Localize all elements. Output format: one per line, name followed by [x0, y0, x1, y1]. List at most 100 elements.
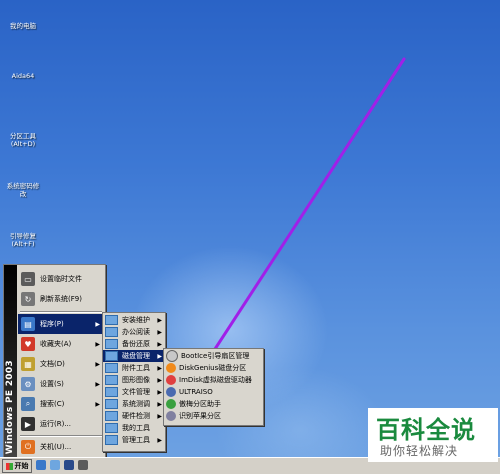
submenu-arrow-icon: ▶ [95, 400, 100, 408]
menu-item-run[interactable]: ▶ 运行(R)... [18, 414, 104, 434]
submenu-arrow-icon: ▶ [157, 412, 162, 420]
menu-item-favorites[interactable]: ♥ 收藏夹(A) ▶ [18, 334, 104, 354]
menu-item-temp-files[interactable]: ▭ 设置临时文件 [18, 269, 104, 289]
aomei-icon [166, 399, 176, 409]
folder-icon [105, 387, 118, 397]
submenu-arrow-icon: ▶ [157, 328, 162, 336]
disk-item-label: DiskGenius磁盘分区 [179, 364, 247, 372]
menu-item-label: 关机(U)... [40, 443, 72, 451]
programs-item-label: 办公阅读 [122, 328, 150, 336]
disk-icon: ▭ [21, 272, 35, 286]
search-icon: ⌕ [21, 397, 35, 411]
programs-item-admin-tools[interactable]: 管理工具 ▶ [103, 434, 165, 446]
disk-management-submenu: BootIce引导扇区管理 DiskGenius磁盘分区 ImDisk虚拟磁盘驱… [163, 348, 264, 426]
apple-partition-icon [166, 411, 176, 421]
menu-item-label: 程序(P) [40, 320, 64, 328]
programs-item-label: 磁盘管理 [122, 352, 150, 360]
quicklaunch-app-icon[interactable] [78, 460, 88, 470]
programs-item-label: 我的工具 [122, 424, 150, 432]
start-button[interactable]: 开始 [2, 459, 32, 473]
submenu-arrow-icon: ▶ [157, 316, 162, 324]
programs-item-label: 系统测调 [122, 400, 150, 408]
folder-icon: ▤ [21, 317, 35, 331]
disk-item-apple-partition[interactable]: 识别苹果分区 [164, 410, 263, 422]
menu-item-label: 设置临时文件 [40, 275, 82, 283]
menu-item-settings[interactable]: ⚙ 设置(S) ▶ [18, 374, 104, 394]
quicklaunch-desktop-icon[interactable] [36, 460, 46, 470]
disk-item-label: 傲梅分区助手 [179, 400, 221, 408]
diskgenius-icon [166, 363, 176, 373]
programs-item-accessories[interactable]: 附件工具 ▶ [103, 362, 165, 374]
quicklaunch-save-icon[interactable] [64, 460, 74, 470]
programs-item-label: 附件工具 [122, 364, 150, 372]
disk-item-ultraiso[interactable]: ULTRAISO [164, 386, 263, 398]
run-icon: ▶ [21, 417, 35, 431]
submenu-arrow-icon: ▶ [157, 340, 162, 348]
watermark-logo: 百科全说 助你轻松解决 [368, 408, 498, 462]
refresh-icon: ↻ [21, 292, 35, 306]
submenu-arrow-icon: ▶ [95, 340, 100, 348]
folder-icon [105, 423, 118, 433]
submenu-arrow-icon: ▶ [157, 364, 162, 372]
folder-icon [105, 411, 118, 421]
programs-item-label: 图形图像 [122, 376, 150, 384]
submenu-arrow-icon: ▶ [95, 320, 100, 328]
menu-item-documents[interactable]: ▦ 文档(D) ▶ [18, 354, 104, 374]
programs-item-hardware[interactable]: 硬件检测 ▶ [103, 410, 165, 422]
folder-icon [105, 399, 118, 409]
disk-item-label: 识别苹果分区 [179, 412, 221, 420]
start-menu: Windows PE 2003 ▭ 设置临时文件 ↻ 刷新系统(F9) ▤ 程序… [3, 264, 106, 459]
programs-item-backup[interactable]: 备份还原 ▶ [103, 338, 165, 350]
power-icon: ⏻ [21, 440, 35, 454]
programs-item-label: 管理工具 [122, 436, 150, 444]
menu-item-programs[interactable]: ▤ 程序(P) ▶ [18, 314, 104, 334]
windows-logo-icon [5, 462, 13, 470]
menu-item-label: 运行(R)... [40, 420, 72, 428]
disk-item-label: ULTRAISO [179, 388, 213, 396]
programs-item-sys-test[interactable]: 系统测调 ▶ [103, 398, 165, 410]
ultraiso-icon [166, 387, 176, 397]
start-button-label: 开始 [14, 462, 29, 470]
submenu-arrow-icon: ▶ [157, 388, 162, 396]
document-icon: ▦ [21, 357, 35, 371]
disk-item-bootice[interactable]: BootIce引导扇区管理 [164, 350, 263, 362]
quicklaunch-folder-icon[interactable] [50, 460, 60, 470]
bootice-icon [166, 350, 178, 362]
folder-icon [105, 363, 118, 373]
start-menu-brand-band: Windows PE 2003 [4, 265, 17, 458]
programs-item-graphics[interactable]: 图形图像 ▶ [103, 374, 165, 386]
submenu-arrow-icon: ▶ [157, 400, 162, 408]
start-menu-brand-text: Windows PE 2003 [5, 359, 15, 454]
programs-item-label: 备份还原 [122, 340, 150, 348]
programs-item-disk[interactable]: 磁盘管理 ▶ [103, 350, 165, 362]
settings-icon: ⚙ [21, 377, 35, 391]
disk-item-aomei[interactable]: 傲梅分区助手 [164, 398, 263, 410]
folder-icon [105, 351, 118, 361]
submenu-arrow-icon: ▶ [95, 360, 100, 368]
menu-item-shutdown[interactable]: ⏻ 关机(U)... [18, 437, 104, 457]
programs-item-label: 安装维护 [122, 316, 150, 324]
folder-icon [105, 315, 118, 325]
menu-item-label: 收藏夹(A) [40, 340, 72, 348]
menu-separator [20, 311, 102, 313]
disk-item-label: BootIce引导扇区管理 [181, 352, 250, 360]
programs-item-my-tools[interactable]: 我的工具 [103, 422, 165, 434]
watermark-subtitle: 助你轻松解决 [380, 444, 459, 458]
watermark-title: 百科全说 [376, 416, 476, 444]
programs-item-office[interactable]: 办公阅读 ▶ [103, 326, 165, 338]
menu-item-refresh-system[interactable]: ↻ 刷新系统(F9) [18, 289, 104, 309]
disk-item-diskgenius[interactable]: DiskGenius磁盘分区 [164, 362, 263, 374]
programs-submenu: 安装维护 ▶ 办公阅读 ▶ 备份还原 ▶ 磁盘管理 ▶ 附件工具 ▶ 图形图像 ▶ 文件管理… [102, 312, 166, 452]
folder-icon [105, 327, 118, 337]
folder-icon [105, 435, 118, 445]
menu-item-label: 设置(S) [40, 380, 64, 388]
menu-item-search[interactable]: ⌕ 搜索(C) ▶ [18, 394, 104, 414]
disk-item-imdisk[interactable]: ImDisk虚拟磁盘驱动器 [164, 374, 263, 386]
programs-item-install[interactable]: 安装维护 ▶ [103, 314, 165, 326]
programs-item-file-mgmt[interactable]: 文件管理 ▶ [103, 386, 165, 398]
submenu-arrow-icon: ▶ [95, 380, 100, 388]
heart-icon: ♥ [21, 337, 35, 351]
programs-item-label: 文件管理 [122, 388, 150, 396]
programs-item-label: 硬件检测 [122, 412, 150, 420]
submenu-arrow-icon: ▶ [157, 352, 162, 360]
